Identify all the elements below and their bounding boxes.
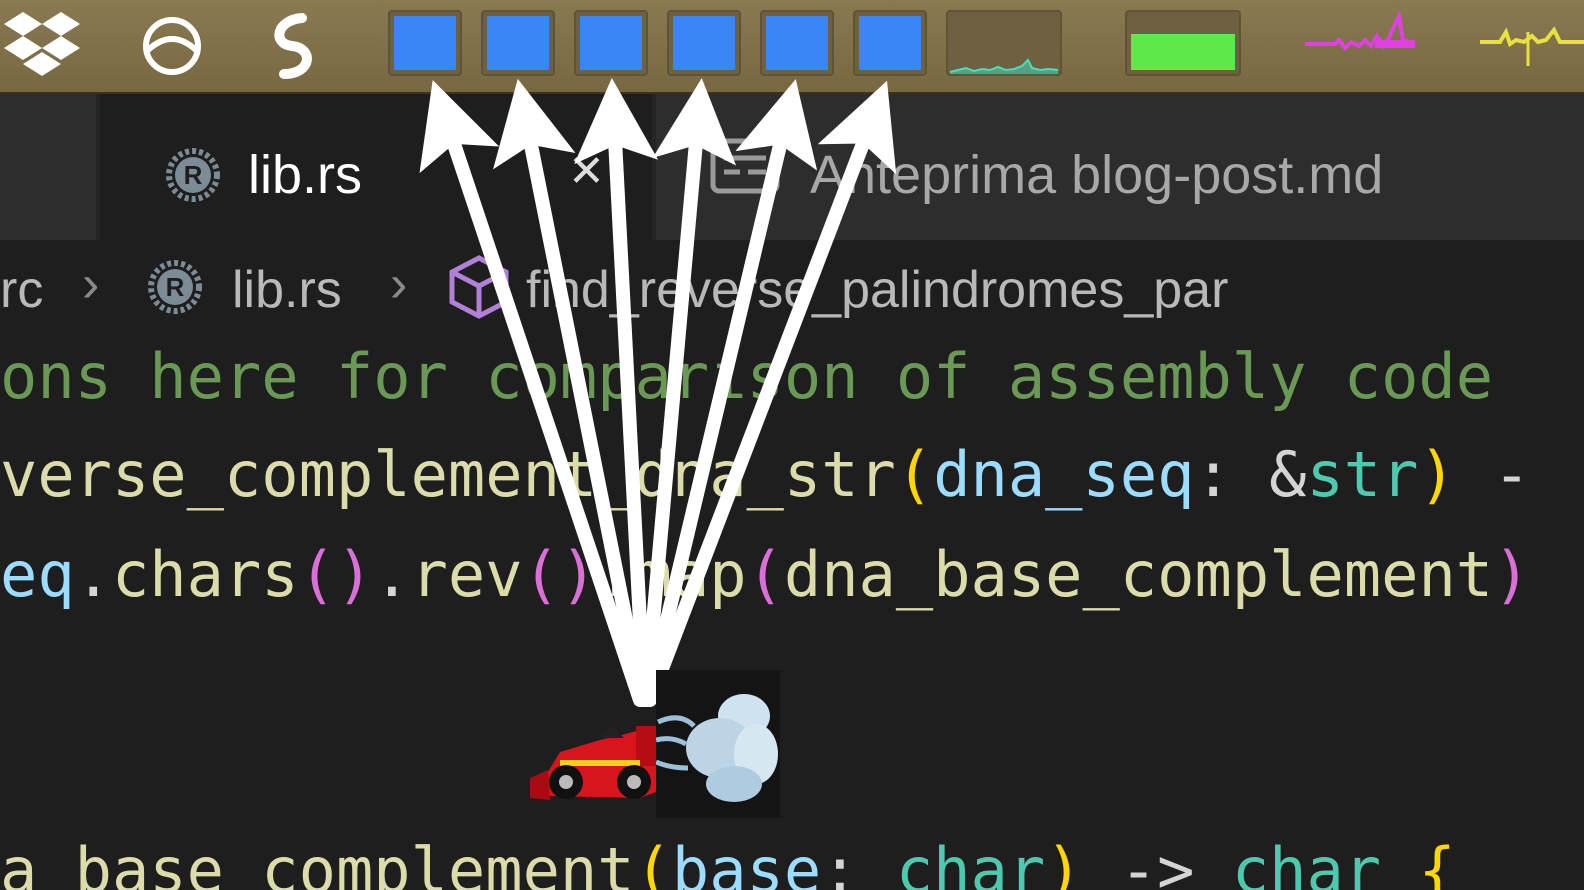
punct: . xyxy=(597,538,635,611)
breadcrumb-symbol[interactable]: find_reverse_palindromes_par xyxy=(526,260,1228,320)
punct: . xyxy=(74,538,112,611)
cpu-core-meter xyxy=(388,10,462,76)
punct: - xyxy=(1455,438,1531,511)
gpu-meter-fill xyxy=(1131,34,1235,70)
tab-close-icon[interactable]: ✕ xyxy=(568,146,605,197)
arg-name: dna_base_complement xyxy=(783,538,1494,611)
preview-icon xyxy=(710,138,780,199)
swirl-app-icon[interactable] xyxy=(262,12,326,85)
code-line-1: ons here for comparison of assembly code xyxy=(0,340,1494,413)
paren: ) xyxy=(1493,538,1531,611)
circle-app-icon[interactable] xyxy=(140,14,204,83)
method-name: chars xyxy=(111,538,299,611)
punct: : & xyxy=(1194,438,1307,511)
menubar xyxy=(0,0,1584,94)
fn-name: verse_complement_dna_str xyxy=(0,438,896,511)
tab-prev[interactable] xyxy=(0,94,96,240)
var-name: eq xyxy=(0,538,75,611)
tab-label: Anteprima blog-post.md xyxy=(810,145,1384,205)
type-name: char xyxy=(1231,834,1382,890)
rust-icon: R xyxy=(146,258,204,321)
network-graph xyxy=(946,10,1062,76)
breadcrumb: rc › R lib.rs › find_reverse_palindromes… xyxy=(0,240,1584,340)
code-line-2: verse_complement_dna_str(dna_seq: &str) … xyxy=(0,444,1530,506)
magenta-sparkline xyxy=(1305,9,1415,65)
breadcrumb-file[interactable]: lib.rs xyxy=(232,260,342,320)
yellow-sparkline xyxy=(1480,12,1584,77)
tab-label: lib.rs xyxy=(248,145,363,205)
paren: ( xyxy=(895,438,934,511)
cpu-core-meter xyxy=(574,10,648,76)
param-name: dna_seq xyxy=(933,438,1195,511)
code-editor[interactable]: ons here for comparison of assembly code… xyxy=(0,340,1584,890)
tab-preview-blog-post[interactable]: Anteprima blog-post.md xyxy=(656,94,1584,240)
brace: { xyxy=(1381,834,1456,890)
punct: -> xyxy=(1082,834,1232,890)
paren: ) xyxy=(1045,834,1083,890)
fn-name: a_base_complement xyxy=(0,834,635,890)
breadcrumb-folder[interactable]: rc xyxy=(0,260,43,320)
breadcrumb-separator: › xyxy=(82,255,100,313)
code-line-3: eq.chars().rev().map(dna_base_complement… xyxy=(0,544,1530,606)
param-name: base xyxy=(671,834,822,890)
paren: () xyxy=(298,538,374,611)
punct: : xyxy=(821,834,896,890)
method-name: rev xyxy=(410,538,523,611)
paren: () xyxy=(522,538,598,611)
dropbox-icon[interactable] xyxy=(4,10,80,83)
tab-lib-rs[interactable]: R lib.rs ✕ xyxy=(100,94,652,240)
method-name: map xyxy=(634,538,747,611)
svg-text:R: R xyxy=(184,160,203,190)
tab-bar: R lib.rs ✕ Anteprima blog-post.md xyxy=(0,94,1584,240)
type-name: char xyxy=(895,834,1046,890)
code-line-5: a_base_complement(base: char) -> char { xyxy=(0,840,1456,890)
svg-text:R: R xyxy=(166,272,185,302)
punct: . xyxy=(373,538,411,611)
cpu-core-meter xyxy=(667,10,741,76)
cpu-core-meter xyxy=(853,10,927,76)
paren: ) xyxy=(1418,438,1456,511)
type-name: str xyxy=(1306,438,1419,511)
cpu-core-meter xyxy=(760,10,834,76)
cpu-core-meter xyxy=(481,10,555,76)
paren: ( xyxy=(746,538,784,611)
breadcrumb-separator: › xyxy=(390,255,408,313)
symbol-method-icon xyxy=(448,254,510,325)
rust-icon: R xyxy=(164,146,222,209)
gpu-meter xyxy=(1125,10,1241,76)
paren: ( xyxy=(634,834,672,890)
